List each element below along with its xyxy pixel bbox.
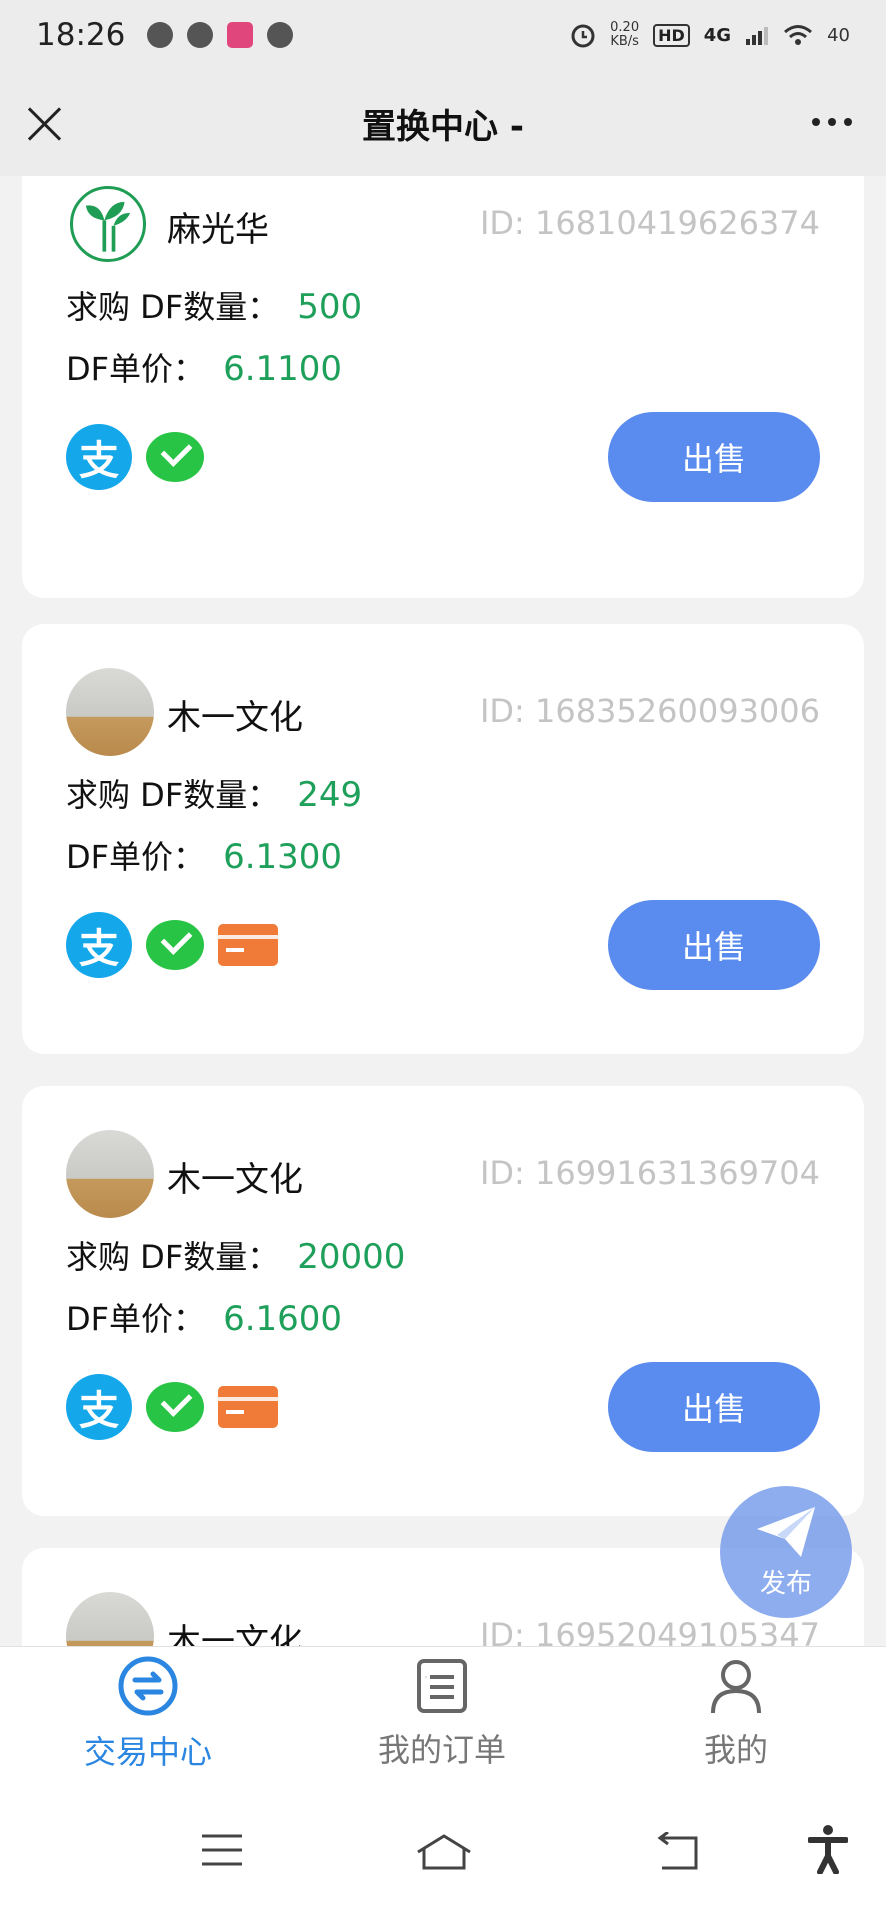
price-row: DF单价： 6.1600 (66, 1294, 342, 1340)
trader-name: 木一文化 (167, 1160, 303, 1200)
price-row: DF单价： 6.1100 (66, 344, 342, 390)
net-speed: 0.20 KB/s (610, 21, 639, 49)
title-bar: 置换中心 - (0, 70, 886, 176)
publish-label: 发布 (759, 1568, 812, 1599)
offer-card: 木一文化 ID: 16991631369704 求购 DF数量： 20000 DF… (22, 1086, 864, 1516)
bank-card-icon (218, 924, 278, 966)
alarm-icon (571, 24, 595, 48)
sell-button[interactable]: 出售 (608, 900, 820, 990)
menu-icon[interactable] (200, 1832, 244, 1868)
page-title: 置换中心 - (362, 106, 524, 147)
wifi-icon (784, 25, 813, 45)
user-icon (711, 1660, 761, 1714)
quantity-value: 249 (297, 775, 363, 815)
alipay-icon: 支 (66, 912, 132, 978)
quantity-label: 求购 DF数量： (66, 776, 280, 814)
tab-label: 交易中心 (83, 1733, 212, 1771)
sell-button[interactable]: 出售 (608, 1362, 820, 1452)
alipay-glyph: 支 (79, 926, 119, 972)
tab-trading-center[interactable]: 交易中心 (38, 1647, 258, 1781)
quantity-row: 求购 DF数量： 249 (66, 770, 362, 816)
bottom-tab-bar: 交易中心 我的订单 我的 (0, 1646, 886, 1780)
close-icon[interactable] (26, 106, 62, 142)
offer-list[interactable]: 麻光华 ID: 16810419626374 求购 DF数量： 500 DF单价：… (0, 176, 886, 1646)
payment-methods: 支 (66, 424, 204, 490)
wechat-notification-icon (147, 22, 174, 48)
wechat-pay-icon (146, 920, 204, 970)
price-value: 6.1100 (223, 349, 343, 389)
trader-name: 麻光华 (167, 210, 269, 250)
status-bar: 18:26 0.20 KB/s HD 4G 40 (0, 0, 886, 70)
trader-name: 木一文化 (167, 698, 303, 738)
price-value: 6.1600 (223, 1299, 343, 1339)
alipay-glyph: 支 (79, 1388, 119, 1434)
quantity-row: 求购 DF数量： 20000 (66, 1232, 405, 1278)
tab-mine[interactable]: 我的 (626, 1647, 846, 1781)
wechat-pay-icon (146, 1382, 204, 1432)
trader-id: ID: 16810419626374 (479, 204, 820, 242)
alipay-icon: 支 (66, 424, 132, 490)
check-notification-icon (267, 22, 294, 48)
system-nav-bar (0, 1780, 886, 1920)
quantity-value: 500 (297, 287, 363, 327)
price-label: DF单价： (66, 838, 206, 876)
net-speed-value: 0.20 (610, 20, 640, 35)
trader-name: 木一文化 (167, 1622, 303, 1646)
trader-id: ID: 16835260093006 (479, 692, 820, 730)
quantity-value: 20000 (297, 1237, 406, 1277)
hd-badge: HD (653, 23, 690, 47)
quantity-label: 求购 DF数量： (66, 1238, 280, 1276)
qq-notification-icon (187, 22, 214, 48)
home-icon[interactable] (414, 1832, 474, 1872)
net-speed-unit: KB/s (610, 34, 639, 49)
paper-plane-icon (757, 1506, 815, 1557)
quantity-row: 求购 DF数量： 500 (66, 282, 362, 328)
payment-methods: 支 (66, 1374, 278, 1440)
bank-card-icon (218, 1386, 278, 1428)
back-icon[interactable] (652, 1832, 700, 1872)
offer-card: 木一文化 ID: 16835260093006 求购 DF数量： 249 DF单价… (22, 624, 864, 1054)
sell-button[interactable]: 出售 (608, 412, 820, 502)
network-type: 4G (703, 24, 732, 46)
payment-methods: 支 (66, 912, 278, 978)
exchange-icon (118, 1656, 178, 1716)
price-label: DF单价： (66, 350, 206, 388)
avatar (70, 186, 146, 262)
alipay-glyph: 支 (79, 438, 119, 484)
orders-icon (417, 1659, 467, 1713)
price-value: 6.1300 (223, 837, 343, 877)
signal-icon (746, 27, 769, 45)
publish-button[interactable]: 发布 (720, 1486, 852, 1618)
offer-card: 麻光华 ID: 16810419626374 求购 DF数量： 500 DF单价：… (22, 176, 864, 598)
avatar (66, 1130, 154, 1218)
tab-my-orders[interactable]: 我的订单 (332, 1647, 552, 1781)
quantity-label: 求购 DF数量： (66, 288, 280, 326)
status-time: 18:26 (36, 17, 126, 53)
trader-id: ID: 16991631369704 (479, 1154, 820, 1192)
accessibility-icon[interactable] (808, 1824, 848, 1874)
wechat-pay-icon (146, 432, 204, 482)
battery-level: 40 (827, 24, 850, 46)
app-notification-icon (227, 22, 254, 48)
avatar (66, 668, 154, 756)
trader-id: ID: 16952049105347 (479, 1616, 820, 1646)
more-options-icon[interactable] (812, 118, 852, 126)
alipay-icon: 支 (66, 1374, 132, 1440)
price-label: DF单价： (66, 1300, 206, 1338)
price-row: DF单价： 6.1300 (66, 832, 342, 878)
tab-label: 我的 (703, 1731, 768, 1769)
tab-label: 我的订单 (377, 1731, 506, 1769)
avatar (66, 1592, 154, 1646)
sprout-logo-icon (85, 201, 131, 252)
